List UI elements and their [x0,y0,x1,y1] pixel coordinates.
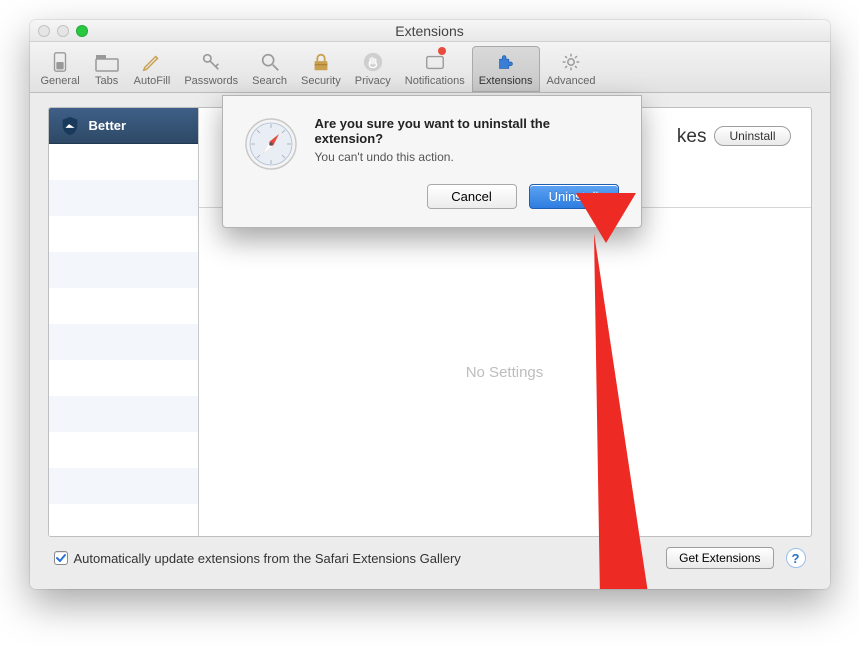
extension-list-item[interactable]: Better [49,108,198,144]
safari-compass-icon [243,116,299,172]
cancel-button[interactable]: Cancel [427,184,517,209]
dialog-title: Are you sure you want to uninstall the e… [315,116,619,146]
tab-label: Tabs [95,75,118,87]
puzzle-icon [493,49,519,75]
preferences-window: Extensions General Tabs AutoFill Passwor… [30,20,830,589]
tab-label: Notifications [405,75,465,87]
content-area: Better kes Uninstall No Settings Automat… [30,93,830,589]
auto-update-label: Automatically update extensions from the… [74,551,461,566]
tab-security[interactable]: Security [294,46,348,92]
tab-advanced[interactable]: Advanced [540,46,603,92]
extensions-sidebar: Better [49,108,199,536]
gear-icon [558,49,584,75]
tab-search[interactable]: Search [245,46,294,92]
shield-icon [59,115,81,137]
tab-label: General [41,75,80,87]
tab-general[interactable]: General [34,46,87,92]
get-extensions-button[interactable]: Get Extensions [666,547,773,569]
hand-icon [360,49,386,75]
confirm-uninstall-button[interactable]: Uninstall [529,184,619,209]
key-icon [198,49,224,75]
help-button[interactable]: ? [786,548,806,568]
tab-notifications[interactable]: Notifications [398,46,472,92]
tab-label: Search [252,75,287,87]
notification-icon [422,49,448,75]
tabs-icon [94,49,120,75]
footer: Automatically update extensions from the… [48,537,812,575]
lock-icon [308,49,334,75]
tab-label: Security [301,75,341,87]
tab-label: AutoFill [134,75,171,87]
dialog-message: You can't undo this action. [315,150,619,164]
tab-passwords[interactable]: Passwords [177,46,245,92]
dialog-actions: Cancel Uninstall [315,184,619,209]
no-settings-label: No Settings [199,208,811,536]
switch-icon [47,49,73,75]
extension-title-fragment: kes [677,126,707,148]
auto-update-checkbox[interactable] [54,551,68,565]
window-title: Extensions [30,23,830,39]
tab-label: Privacy [355,75,391,87]
tab-label: Advanced [547,75,596,87]
sidebar-empty-rows [49,144,198,536]
tab-privacy[interactable]: Privacy [348,46,398,92]
preferences-toolbar: General Tabs AutoFill Passwords Search [30,42,830,93]
pencil-icon [139,49,165,75]
tab-tabs[interactable]: Tabs [87,46,127,92]
tab-label: Passwords [184,75,238,87]
dialog-body: Are you sure you want to uninstall the e… [315,116,619,209]
titlebar[interactable]: Extensions [30,20,830,42]
confirm-uninstall-dialog: Are you sure you want to uninstall the e… [222,95,642,228]
extension-name: Better [89,118,127,133]
tab-extensions[interactable]: Extensions [472,46,540,92]
notification-badge [438,47,446,55]
tab-label: Extensions [479,75,533,87]
uninstall-button[interactable]: Uninstall [714,126,790,146]
tab-autofill[interactable]: AutoFill [127,46,178,92]
search-icon [257,49,283,75]
